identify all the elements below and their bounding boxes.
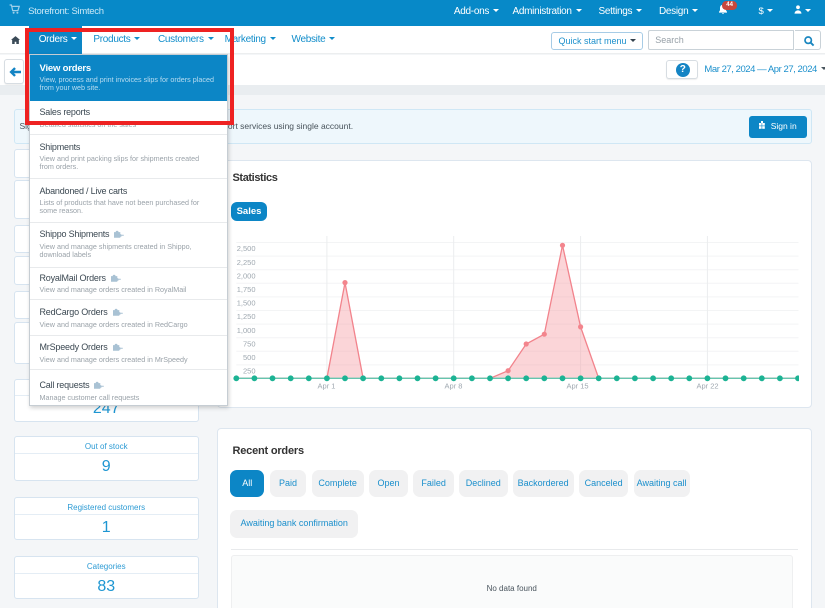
svg-text:750: 750 [242,339,255,348]
svg-text:2,250: 2,250 [236,258,255,267]
svg-text:Apr 8: Apr 8 [444,382,462,391]
svg-text:1,500: 1,500 [236,299,255,308]
svg-text:2,500: 2,500 [236,244,255,253]
svg-text:Apr 1: Apr 1 [317,382,335,391]
svg-text:Apr 22: Apr 22 [696,382,718,391]
svg-text:1,000: 1,000 [236,326,255,335]
svg-text:2,000: 2,000 [236,271,255,280]
svg-text:1,250: 1,250 [236,312,255,321]
svg-text:1,750: 1,750 [236,285,255,294]
svg-text:250: 250 [242,367,255,376]
svg-text:Apr 15: Apr 15 [566,382,588,391]
svg-text:500: 500 [242,353,255,362]
